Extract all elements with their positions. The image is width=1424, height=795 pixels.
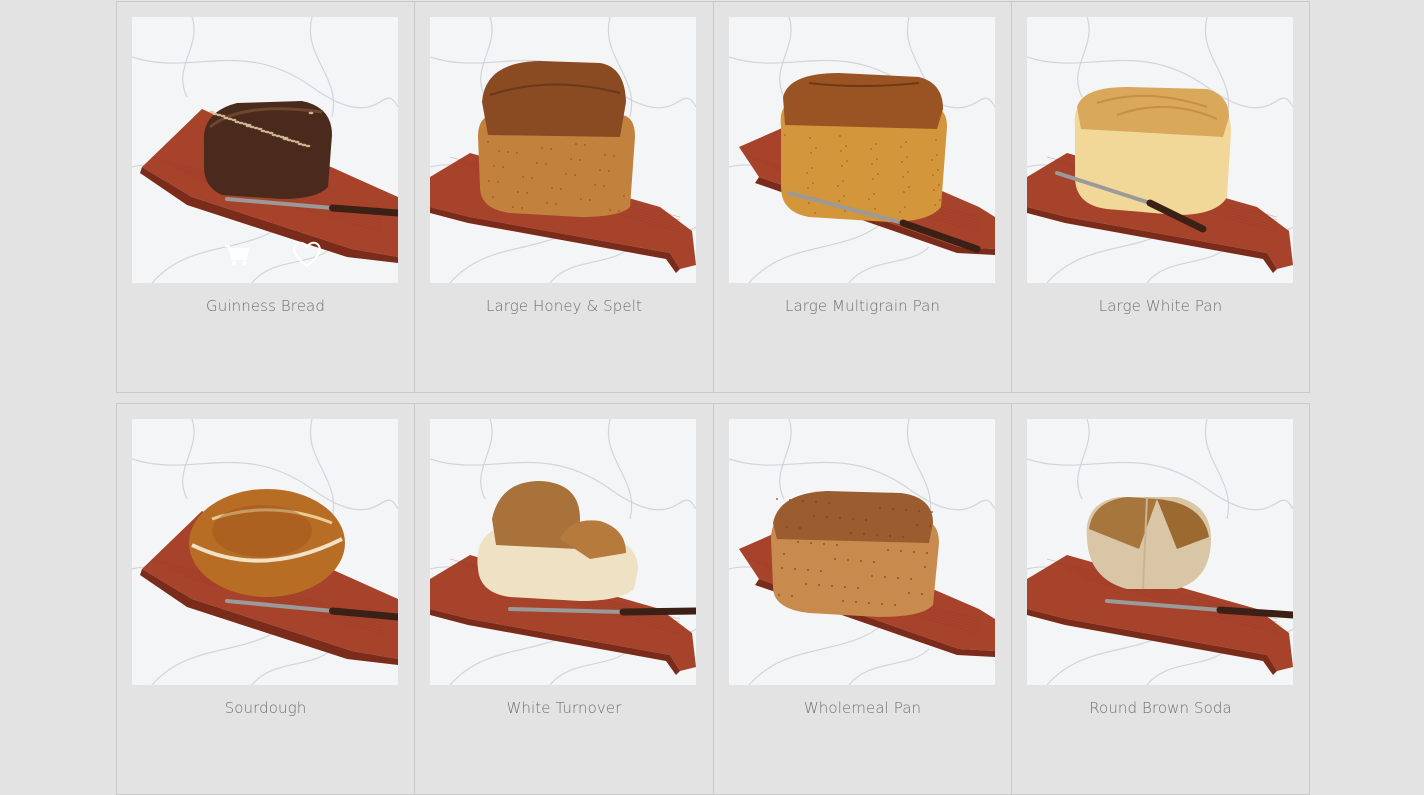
heart-icon[interactable] bbox=[292, 240, 322, 268]
product-title[interactable]: Guinness Bread bbox=[117, 297, 414, 315]
product-image[interactable] bbox=[430, 419, 696, 685]
product-card[interactable]: White Turnover bbox=[414, 403, 714, 795]
product-image[interactable] bbox=[729, 17, 995, 283]
product-card[interactable]: Large White Pan bbox=[1011, 1, 1310, 393]
product-title[interactable]: Large Multigrain Pan bbox=[714, 297, 1011, 315]
product-image[interactable] bbox=[729, 419, 995, 685]
product-image[interactable] bbox=[430, 17, 696, 283]
product-card[interactable]: Large Multigrain Pan bbox=[713, 1, 1012, 393]
product-title[interactable]: Round Brown Soda bbox=[1012, 699, 1309, 717]
product-title[interactable]: Large Honey & Spelt bbox=[415, 297, 713, 315]
product-card[interactable]: Wholemeal Pan bbox=[713, 403, 1012, 795]
product-title[interactable]: Sourdough bbox=[117, 699, 414, 717]
product-grid: Guinness Bread Large Honey & Spelt Large M… bbox=[116, 1, 1310, 795]
product-card[interactable]: Guinness Bread bbox=[116, 1, 415, 393]
product-card[interactable]: Sourdough bbox=[116, 403, 415, 795]
cart-icon[interactable] bbox=[224, 243, 250, 267]
product-card[interactable]: Round Brown Soda bbox=[1011, 403, 1310, 795]
product-actions bbox=[132, 239, 398, 269]
product-image[interactable] bbox=[1027, 419, 1293, 685]
product-image[interactable] bbox=[1027, 17, 1293, 283]
product-card[interactable]: Large Honey & Spelt bbox=[414, 1, 714, 393]
product-image[interactable] bbox=[132, 17, 398, 283]
product-title[interactable]: Large White Pan bbox=[1012, 297, 1309, 315]
product-title[interactable]: Wholemeal Pan bbox=[714, 699, 1011, 717]
product-title[interactable]: White Turnover bbox=[415, 699, 713, 717]
product-image[interactable] bbox=[132, 419, 398, 685]
